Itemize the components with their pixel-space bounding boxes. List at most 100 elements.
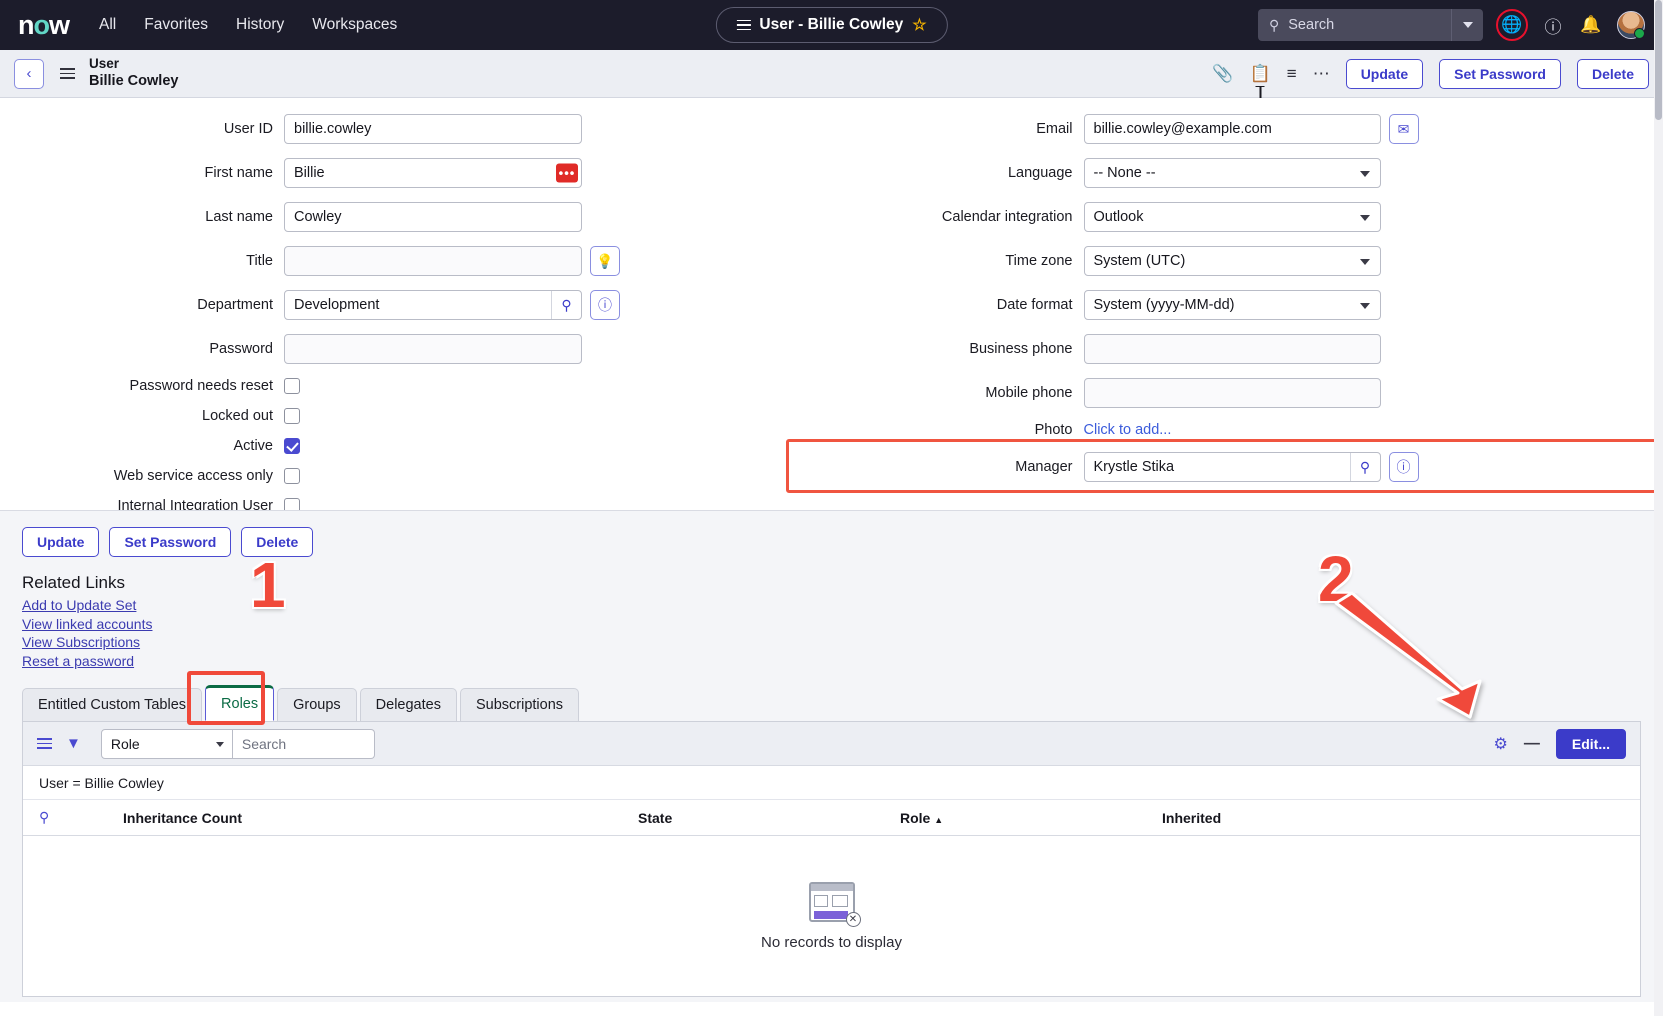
input-business-phone[interactable] bbox=[1083, 334, 1381, 364]
input-email[interactable]: billie.cowley@example.com bbox=[1083, 114, 1381, 144]
label-user-id: User ID bbox=[223, 121, 273, 137]
global-nav-links: All Favorites History Workspaces bbox=[99, 16, 397, 34]
list-filter-group: Role Search bbox=[100, 728, 375, 759]
column-search-icon[interactable]: ⚲ bbox=[39, 809, 123, 826]
nav-link-workspaces[interactable]: Workspaces bbox=[312, 16, 397, 34]
envelope-icon[interactable]: ✉ bbox=[1388, 114, 1419, 144]
list-search-input[interactable]: Search bbox=[232, 728, 375, 759]
checkbox-password-needs-reset[interactable] bbox=[284, 378, 300, 394]
input-manager[interactable]: Krystle Stika ⚲ bbox=[1083, 452, 1381, 482]
first-name-value: Billie bbox=[294, 165, 325, 181]
field-row-business-phone: Business phone bbox=[832, 334, 1663, 364]
checkbox-active[interactable] bbox=[284, 438, 300, 454]
user-avatar[interactable] bbox=[1617, 11, 1645, 39]
top-navigation-bar: now All Favorites History Workspaces Use… bbox=[0, 0, 1663, 50]
page-scrollbar-thumb[interactable] bbox=[1655, 0, 1662, 120]
delete-button-top[interactable]: Delete bbox=[1576, 58, 1649, 89]
label-manager: Manager bbox=[1015, 459, 1073, 475]
nav-link-history[interactable]: History bbox=[236, 16, 284, 34]
field-row-user-id: User ID billie.cowley bbox=[0, 114, 832, 144]
funnel-filter-icon[interactable]: ▼ bbox=[66, 735, 81, 752]
field-row-photo: Photo Click to add... bbox=[832, 422, 1663, 438]
manager-lookup-search-icon[interactable]: ⚲ bbox=[1349, 453, 1380, 481]
record-title-pill[interactable]: User - Billie Cowley ☆ bbox=[715, 7, 948, 43]
tab-roles[interactable]: Roles bbox=[205, 685, 275, 722]
notification-bell-icon[interactable]: 🔔 bbox=[1579, 13, 1603, 37]
back-button[interactable]: ‹ bbox=[14, 58, 44, 89]
field-row-manager: Manager Krystle Stika ⚲ ⓘ bbox=[785, 439, 1663, 493]
page-scrollbar-track[interactable] bbox=[1654, 0, 1663, 1016]
set-password-button-top[interactable]: Set Password bbox=[1439, 58, 1561, 89]
select-calendar-integration[interactable]: Outlook bbox=[1083, 202, 1381, 232]
nav-link-all[interactable]: All bbox=[99, 16, 116, 34]
globe-language-button[interactable]: 🌐 bbox=[1496, 9, 1528, 41]
delete-button-bottom[interactable]: Delete bbox=[241, 527, 314, 557]
collapse-icon[interactable]: — bbox=[1524, 735, 1540, 753]
column-header-role[interactable]: Role ▲ bbox=[900, 810, 1162, 826]
help-icon[interactable]: ⓘ bbox=[1541, 13, 1565, 37]
column-header-inherited[interactable]: Inherited bbox=[1162, 810, 1221, 826]
edit-button[interactable]: Edit... bbox=[1555, 728, 1626, 759]
tab-groups[interactable]: Groups bbox=[277, 688, 357, 722]
checkbox-web-service-access-only[interactable] bbox=[284, 468, 300, 484]
checkbox-internal-integration-user[interactable] bbox=[284, 498, 300, 510]
select-language[interactable]: -- None -- bbox=[1083, 158, 1381, 188]
empty-state: ✕ No records to display bbox=[23, 836, 1640, 997]
servicenow-logo[interactable]: now bbox=[18, 11, 70, 39]
nav-link-favorites[interactable]: Favorites bbox=[144, 16, 208, 34]
tab-delegates[interactable]: Delegates bbox=[359, 688, 457, 722]
paperclip-icon[interactable]: 📎 bbox=[1212, 64, 1233, 84]
input-mobile-phone[interactable] bbox=[1083, 378, 1381, 408]
input-title[interactable] bbox=[284, 246, 582, 276]
input-password[interactable] bbox=[284, 334, 582, 364]
user-form-body: User ID billie.cowley First name Billie … bbox=[0, 98, 1663, 510]
related-link-add-to-update-set[interactable]: Add to Update Set bbox=[22, 597, 136, 614]
checkbox-locked-out[interactable] bbox=[284, 408, 300, 424]
input-first-name[interactable]: Billie ••• bbox=[284, 158, 582, 188]
set-password-button-bottom[interactable]: Set Password bbox=[109, 527, 232, 557]
input-last-name[interactable]: Cowley bbox=[284, 202, 582, 232]
field-row-active: Active bbox=[0, 438, 832, 454]
pill-menu-icon bbox=[736, 19, 751, 31]
department-lookup-search-icon[interactable]: ⚲ bbox=[551, 291, 581, 319]
photo-click-to-add-link[interactable]: Click to add... bbox=[1084, 422, 1172, 438]
column-header-state[interactable]: State bbox=[638, 810, 900, 826]
input-user-id[interactable]: billie.cowley bbox=[284, 114, 582, 144]
column-header-inheritance-count[interactable]: Inheritance Count bbox=[123, 810, 638, 826]
clipboard-add-icon[interactable]: 📋 bbox=[1250, 64, 1271, 103]
select-time-zone[interactable]: System (UTC) bbox=[1083, 246, 1381, 276]
tab-entitled-custom-tables[interactable]: Entitled Custom Tables bbox=[22, 688, 203, 722]
label-date-format: Date format bbox=[996, 297, 1073, 313]
label-last-name: Last name bbox=[205, 209, 273, 225]
list-breadcrumb[interactable]: User = Billie Cowley bbox=[23, 766, 1640, 801]
department-info-icon[interactable]: ⓘ bbox=[590, 290, 620, 320]
update-button-top[interactable]: Update bbox=[1345, 58, 1424, 89]
field-row-password-needs-reset: Password needs reset bbox=[0, 378, 832, 394]
input-department[interactable]: Development ⚲ bbox=[284, 290, 582, 320]
no-records-icon: ✕ bbox=[808, 881, 861, 927]
search-dropdown-caret[interactable] bbox=[1451, 9, 1483, 41]
related-link-view-subscriptions[interactable]: View Subscriptions bbox=[22, 634, 140, 651]
field-row-password: Password bbox=[0, 334, 832, 364]
manager-info-icon[interactable]: ⓘ bbox=[1388, 452, 1419, 482]
select-date-format[interactable]: System (yyyy-MM-dd) bbox=[1083, 290, 1381, 320]
ellipsis-icon[interactable]: ⋯ bbox=[1313, 64, 1330, 84]
field-row-language: Language -- None -- bbox=[832, 158, 1663, 188]
related-link-view-linked-accounts[interactable]: View linked accounts bbox=[22, 616, 152, 633]
related-link-reset-a-password[interactable]: Reset a password bbox=[22, 653, 134, 670]
tab-subscriptions[interactable]: Subscriptions bbox=[459, 688, 580, 722]
sliders-icon[interactable]: ≡ bbox=[1287, 64, 1297, 84]
gear-icon[interactable]: ⚙ bbox=[1494, 734, 1508, 754]
filter-field-select[interactable]: Role bbox=[100, 728, 233, 759]
lower-panel: Update Set Password Delete Related Links… bbox=[0, 510, 1663, 1002]
update-button-bottom[interactable]: Update bbox=[22, 527, 100, 557]
form-left-column: User ID billie.cowley First name Billie … bbox=[0, 114, 832, 510]
label-calendar-integration: Calendar integration bbox=[941, 209, 1073, 225]
global-search-box[interactable]: ⚲ Search bbox=[1258, 9, 1483, 41]
form-context-menu-icon[interactable] bbox=[60, 67, 75, 80]
sort-ascending-icon: ▲ bbox=[934, 814, 944, 825]
favorite-star-icon[interactable]: ☆ bbox=[912, 15, 926, 35]
list-menu-icon[interactable] bbox=[37, 738, 52, 750]
record-type-label: User bbox=[89, 56, 120, 72]
lightbulb-icon[interactable]: 💡 bbox=[590, 246, 620, 276]
